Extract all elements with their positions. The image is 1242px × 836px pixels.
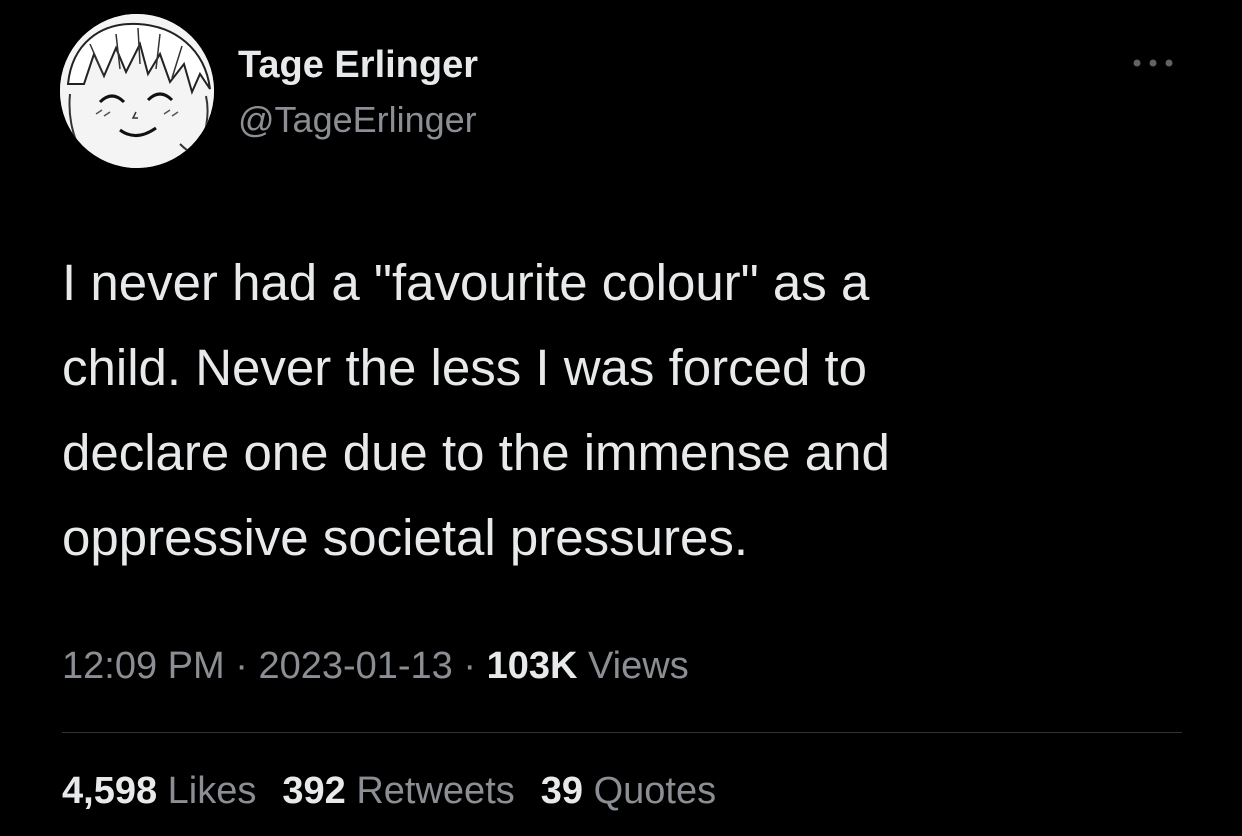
quotes-stat[interactable]: 39 Quotes — [541, 770, 716, 813]
views-count: 103K — [486, 645, 578, 687]
more-options-icon — [1133, 59, 1173, 67]
tweet-metadata: 12:09 PM · 2023-01-13 · 103K Views — [62, 645, 689, 688]
tweet-text-line: declare one due to the immense and — [62, 424, 890, 481]
likes-label: Likes — [167, 770, 257, 812]
user-display-name[interactable]: Tage Erlinger — [238, 44, 478, 87]
user-handle[interactable]: @TageErlinger — [238, 99, 477, 141]
avatar[interactable] — [60, 14, 214, 168]
tweet-text-line: I never had a "favourite colour" as a — [62, 254, 870, 311]
quotes-label: Quotes — [593, 770, 717, 812]
retweets-label: Retweets — [356, 770, 515, 812]
tweet-time[interactable]: 12:09 PM — [62, 645, 225, 687]
divider — [62, 732, 1182, 733]
views-label: Views — [588, 645, 689, 687]
anime-boy-avatar-icon — [60, 14, 214, 168]
meta-separator: · — [224, 645, 259, 687]
tweet-date[interactable]: 2023-01-13 — [258, 645, 452, 687]
tweet-text: I never had a "favourite colour" as a ch… — [62, 240, 1192, 580]
tweet-text-line: child. Never the less I was forced to — [62, 339, 868, 396]
tweet-text-line: oppressive societal pressures. — [62, 509, 748, 566]
meta-separator: · — [452, 645, 487, 687]
quotes-count: 39 — [540, 770, 584, 812]
retweets-count: 392 — [282, 770, 346, 812]
retweets-stat[interactable]: 392 Retweets — [282, 770, 514, 813]
engagement-stats: 4,598 Likes 392 Retweets 39 Quotes — [62, 770, 716, 813]
more-options-button[interactable] — [1128, 48, 1178, 78]
likes-count: 4,598 — [62, 770, 158, 812]
likes-stat[interactable]: 4,598 Likes — [62, 770, 256, 813]
